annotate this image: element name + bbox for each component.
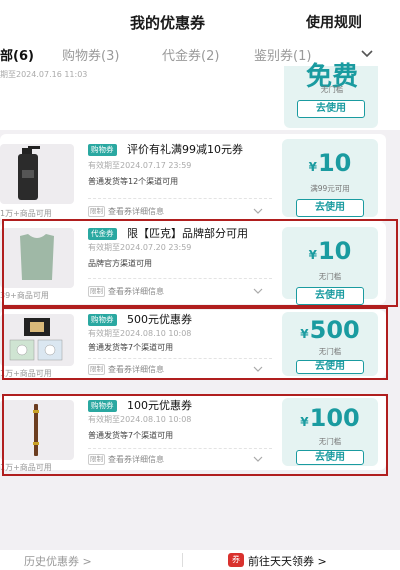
coupon-amount: ¥10 bbox=[308, 149, 352, 177]
coupon-card: 1万+商品可用 购物券 500元优惠券 有效期至2024.08.10 10:08… bbox=[0, 310, 386, 378]
coupon-card-free: 期至2024.07.16 11:03 免费 无门槛 去使用 bbox=[0, 62, 400, 130]
chevron-down-icon[interactable] bbox=[360, 46, 374, 60]
coupon-icon: 券 bbox=[228, 553, 244, 567]
applicable-products-count: 1万+商品可用 bbox=[0, 369, 52, 378]
tab-authentication[interactable]: 鉴别券(1) bbox=[254, 45, 311, 64]
use-coupon-button[interactable]: 去使用 bbox=[296, 287, 364, 305]
coupon-condition: 无门槛 bbox=[318, 347, 342, 356]
tab-all[interactable]: 部(6) bbox=[0, 45, 34, 64]
coupon-validity: 有效期至2024.07.17 23:59 bbox=[88, 161, 192, 170]
use-coupon-button[interactable]: 去使用 bbox=[296, 450, 364, 465]
coupon-channels: 普通发货等12个渠道可用 bbox=[88, 177, 179, 186]
use-coupon-button[interactable]: 去使用 bbox=[296, 199, 364, 217]
tab-voucher[interactable]: 代金券(2) bbox=[162, 45, 219, 64]
restriction-tag: 限制 bbox=[88, 206, 105, 217]
use-coupon-button[interactable]: 去使用 bbox=[296, 360, 364, 374]
coupon-channels: 普通发货等7个渠道可用 bbox=[88, 431, 174, 440]
coupon-condition: 满99元可用 bbox=[310, 184, 350, 193]
coupon-value-panel: ¥10 满99元可用 去使用 bbox=[282, 139, 378, 217]
coupon-detail-link[interactable]: 查看券详细信息 bbox=[108, 364, 164, 375]
coupon-detail-link[interactable]: 查看券详细信息 bbox=[108, 454, 164, 465]
coupon-value-panel: ¥100 无门槛 去使用 bbox=[282, 398, 378, 466]
coupon-condition: 无门槛 bbox=[318, 437, 342, 446]
coupon-detail-link[interactable]: 查看券详细信息 bbox=[108, 286, 164, 297]
coupon-type-tag: 购物券 bbox=[88, 400, 117, 412]
restriction-tag: 限制 bbox=[88, 364, 105, 375]
bottom-bar: 历史优惠券 > 券 前往天天领券 > bbox=[0, 550, 400, 570]
coupon-value-panel: 免费 无门槛 去使用 bbox=[284, 62, 378, 128]
coupon-validity: 期至2024.07.16 11:03 bbox=[0, 70, 88, 79]
coupon-validity: 有效期至2024.07.20 23:59 bbox=[88, 243, 192, 252]
coupon-amount: ¥100 bbox=[300, 404, 360, 432]
coupon-type-tag: 代金券 bbox=[88, 228, 117, 240]
coupon-amount: ¥10 bbox=[308, 237, 352, 265]
coupon-type-tag: 购物券 bbox=[88, 144, 117, 156]
coupon-value-panel: ¥500 无门槛 去使用 bbox=[282, 312, 378, 376]
chevron-down-icon[interactable] bbox=[252, 286, 264, 296]
divider bbox=[88, 448, 272, 449]
restriction-tag: 限制 bbox=[88, 286, 105, 297]
use-coupon-button[interactable]: 去使用 bbox=[297, 100, 365, 118]
coupon-channels: 普通发货等7个渠道可用 bbox=[88, 343, 174, 352]
coupon-amount: ¥500 bbox=[300, 316, 360, 344]
divider bbox=[182, 553, 183, 567]
chevron-down-icon[interactable] bbox=[252, 364, 264, 374]
coupon-condition: 无门槛 bbox=[320, 85, 344, 94]
divider bbox=[88, 358, 272, 359]
coupon-card: 1万+商品可用 购物券 评价有礼满99减10元券 有效期至2024.07.17 … bbox=[0, 134, 386, 222]
coupon-condition: 无门槛 bbox=[318, 272, 342, 281]
coupon-card: 1万+商品可用 购物券 100元优惠券 有效期至2024.08.10 10:08… bbox=[0, 394, 386, 472]
product-thumbnail bbox=[0, 314, 74, 366]
coupon-validity: 有效期至2024.08.10 10:08 bbox=[88, 415, 192, 424]
restriction-tag: 限制 bbox=[88, 454, 105, 465]
divider bbox=[88, 278, 272, 279]
applicable-products-count: 1万+商品可用 bbox=[0, 463, 52, 472]
coupon-value-panel: ¥10 无门槛 去使用 bbox=[282, 227, 378, 305]
coupon-detail-link[interactable]: 查看券详细信息 bbox=[108, 206, 164, 217]
product-thumbnail bbox=[0, 228, 74, 288]
coupon-card: 39+商品可用 代金券 限【匹克】品牌部分可用 有效期至2024.07.20 2… bbox=[0, 222, 386, 305]
page-title: 我的优惠券 bbox=[130, 14, 206, 32]
usage-rules-link[interactable]: 使用规则 bbox=[306, 12, 362, 32]
coupon-type-tag: 购物券 bbox=[88, 314, 117, 326]
history-coupons-link[interactable]: 历史优惠券 > bbox=[24, 553, 92, 569]
applicable-products-count: 39+商品可用 bbox=[0, 291, 49, 300]
tab-shopping[interactable]: 购物券(3) bbox=[62, 45, 119, 64]
product-thumbnail bbox=[0, 144, 74, 204]
divider bbox=[88, 198, 272, 199]
applicable-products-count: 1万+商品可用 bbox=[0, 209, 52, 218]
chevron-down-icon[interactable] bbox=[252, 206, 264, 216]
get-coupons-link[interactable]: 前往天天领券 > bbox=[248, 553, 327, 569]
coupon-title: 500元优惠券 bbox=[127, 313, 192, 326]
product-thumbnail bbox=[0, 400, 74, 460]
coupon-title: 100元优惠券 bbox=[127, 399, 192, 412]
coupon-title: 评价有礼满99减10元券 bbox=[127, 143, 243, 156]
page-header: 我的优惠券 使用规则 bbox=[0, 0, 400, 42]
coupon-title: 限【匹克】品牌部分可用 bbox=[127, 227, 248, 240]
coupon-validity: 有效期至2024.08.10 10:08 bbox=[88, 329, 192, 338]
chevron-down-icon[interactable] bbox=[252, 454, 264, 464]
coupon-channels: 品牌官方渠道可用 bbox=[88, 259, 152, 268]
